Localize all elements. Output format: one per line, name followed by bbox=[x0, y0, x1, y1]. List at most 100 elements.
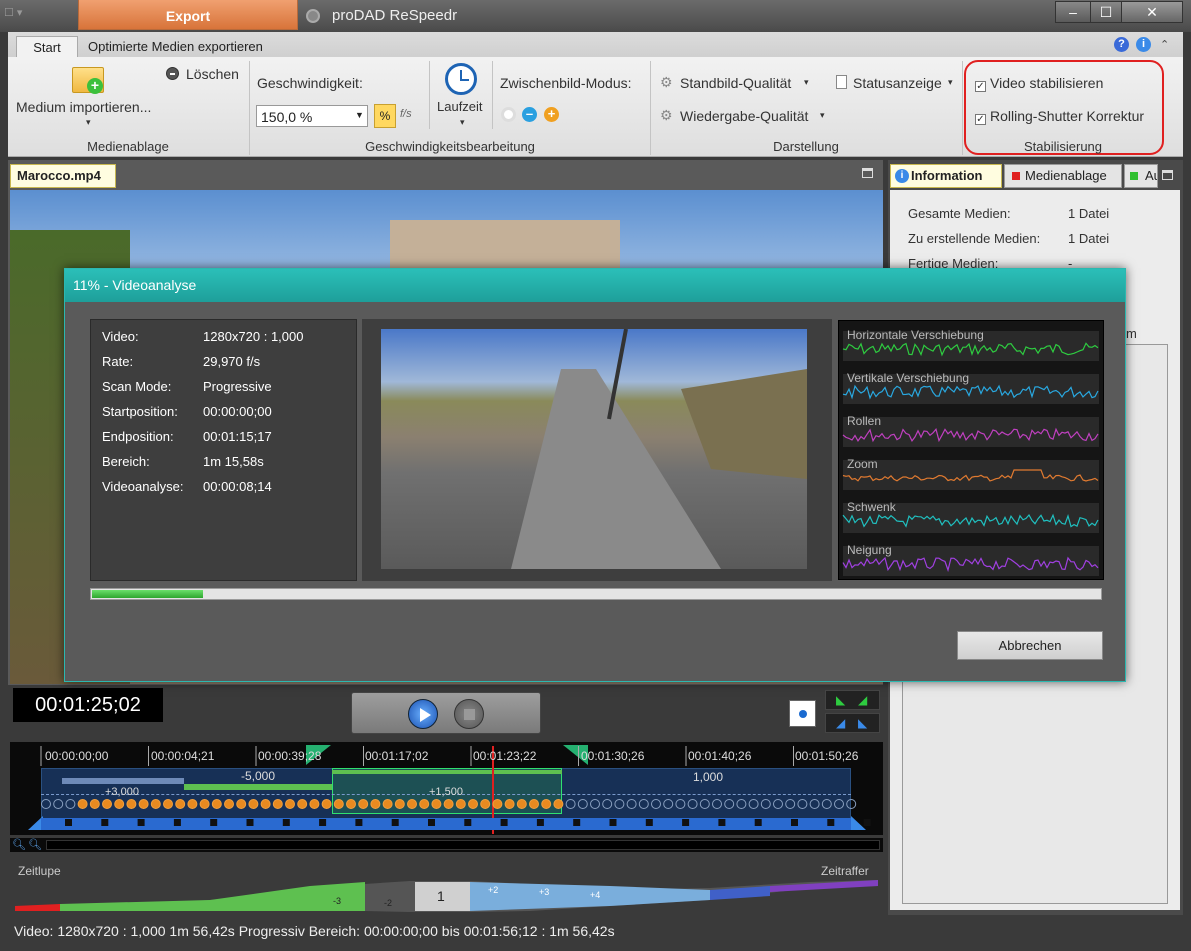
frame-marker[interactable] bbox=[358, 799, 369, 809]
frame-marker[interactable] bbox=[126, 799, 137, 809]
runtime-dropdown-icon[interactable]: ▾ bbox=[460, 117, 465, 128]
percent-mode-button[interactable]: % bbox=[374, 104, 396, 128]
frame-marker[interactable] bbox=[468, 799, 478, 809]
frame-marker[interactable] bbox=[480, 799, 491, 809]
frame-marker[interactable] bbox=[638, 799, 649, 809]
frame-marker[interactable] bbox=[675, 799, 686, 809]
frame-marker[interactable] bbox=[321, 799, 332, 809]
frame-marker[interactable] bbox=[699, 799, 710, 809]
chevron-down-icon[interactable]: ▾ bbox=[820, 110, 825, 121]
tab-third[interactable]: Au bbox=[1124, 164, 1158, 188]
frame-marker[interactable] bbox=[89, 799, 100, 809]
frame-marker[interactable] bbox=[773, 799, 783, 809]
zoom-out-icon[interactable]: 🔍︎ bbox=[28, 838, 42, 851]
play-button[interactable] bbox=[408, 699, 438, 729]
frame-marker[interactable] bbox=[394, 799, 405, 809]
keyframe-marker[interactable] bbox=[827, 819, 835, 826]
video-file-tab[interactable]: Marocco.mp4 bbox=[10, 164, 116, 188]
frame-marker[interactable] bbox=[614, 799, 625, 809]
keyframe-marker[interactable] bbox=[210, 819, 218, 826]
keyframe-marker[interactable] bbox=[355, 819, 363, 826]
frame-marker[interactable] bbox=[760, 799, 771, 809]
frame-marker[interactable] bbox=[333, 799, 344, 809]
frame-marker[interactable] bbox=[651, 799, 661, 809]
tab-start[interactable]: Start bbox=[16, 36, 78, 58]
frame-marker[interactable] bbox=[199, 799, 210, 809]
frame-marker[interactable] bbox=[407, 799, 417, 809]
rolling-shutter-checkbox[interactable]: ✓ Rolling-Shutter Korrektur bbox=[975, 108, 1144, 125]
runtime-clock-icon[interactable] bbox=[445, 63, 477, 95]
interframe-minus-icon[interactable]: – bbox=[522, 107, 537, 122]
keyframe-marker[interactable] bbox=[645, 819, 653, 826]
frame-marker[interactable] bbox=[260, 799, 271, 809]
frame-marker[interactable] bbox=[77, 799, 88, 809]
stabilize-video-checkbox[interactable]: ✓ Video stabilisieren bbox=[975, 75, 1103, 92]
close-button[interactable]: ✕ bbox=[1121, 1, 1183, 23]
set-in-out-button[interactable]: ◣ ◢ bbox=[825, 690, 880, 710]
frame-marker[interactable] bbox=[455, 799, 466, 809]
frame-marker[interactable] bbox=[821, 799, 832, 809]
collapse-ribbon-icon[interactable]: ⌃ bbox=[1160, 38, 1169, 51]
playback-quality-button[interactable]: Wiedergabe-Qualität bbox=[680, 108, 808, 124]
frame-marker[interactable] bbox=[102, 799, 112, 809]
frame-marker[interactable] bbox=[687, 799, 698, 809]
info-icon[interactable]: i bbox=[1136, 37, 1151, 52]
keyframe-marker[interactable] bbox=[246, 819, 254, 826]
frame-marker[interactable] bbox=[663, 799, 674, 809]
frame-marker[interactable] bbox=[138, 799, 149, 809]
frame-marker[interactable] bbox=[346, 799, 356, 809]
keyframe-marker[interactable] bbox=[682, 819, 690, 826]
frame-marker[interactable] bbox=[419, 799, 430, 809]
keyframe-marker[interactable] bbox=[754, 819, 762, 826]
frame-marker[interactable] bbox=[748, 799, 759, 809]
frame-marker[interactable] bbox=[602, 799, 613, 809]
interframe-off-icon[interactable] bbox=[501, 107, 516, 122]
frame-marker[interactable] bbox=[565, 799, 576, 809]
chevron-down-icon[interactable]: ▾ bbox=[948, 77, 953, 88]
frame-marker[interactable] bbox=[150, 799, 161, 809]
frame-marker[interactable] bbox=[541, 799, 552, 809]
zoom-in-icon[interactable]: 🔍︎ bbox=[12, 838, 26, 851]
frame-marker[interactable] bbox=[309, 799, 320, 809]
frame-marker[interactable] bbox=[553, 799, 564, 809]
keyframe-marker[interactable] bbox=[319, 819, 327, 826]
interframe-plus-icon[interactable]: + bbox=[544, 107, 559, 122]
frame-marker[interactable] bbox=[797, 799, 808, 809]
frame-marker[interactable] bbox=[272, 799, 283, 809]
keyframe-marker[interactable] bbox=[173, 819, 181, 826]
quick-access-toolbar[interactable]: ☐ ▾ bbox=[4, 6, 74, 26]
keyframe-marker[interactable] bbox=[137, 819, 145, 826]
frame-marker[interactable] bbox=[382, 799, 393, 809]
frame-marker[interactable] bbox=[163, 799, 173, 809]
speed-select[interactable]: 150,0 % ▼ bbox=[256, 105, 368, 127]
keyframe-marker[interactable] bbox=[791, 819, 798, 826]
frame-marker[interactable] bbox=[529, 799, 539, 809]
keyframe-marker[interactable] bbox=[863, 819, 871, 826]
cancel-button[interactable]: Abbrechen bbox=[957, 631, 1103, 660]
frame-marker[interactable] bbox=[297, 799, 308, 809]
frame-marker[interactable] bbox=[41, 799, 51, 809]
frame-marker[interactable] bbox=[846, 799, 857, 809]
import-dropdown-icon[interactable]: ▾ bbox=[86, 117, 91, 128]
keyframe-marker[interactable] bbox=[536, 819, 544, 826]
jump-in-out-button[interactable]: ◢ ◣ bbox=[825, 713, 880, 733]
minimize-button[interactable]: – bbox=[1055, 1, 1091, 23]
keyframe-marker[interactable] bbox=[609, 819, 617, 826]
record-marker-button[interactable] bbox=[789, 700, 816, 727]
zoom-bar[interactable]: 🔍︎ 🔍︎ bbox=[10, 838, 883, 852]
still-quality-button[interactable]: Standbild-Qualität bbox=[680, 75, 791, 91]
tab-media[interactable]: Medienablage bbox=[1004, 164, 1122, 188]
frame-marker[interactable] bbox=[577, 799, 588, 809]
frame-marker[interactable] bbox=[809, 799, 820, 809]
frame-marker[interactable] bbox=[65, 799, 76, 809]
delete-button[interactable]: Löschen bbox=[186, 66, 239, 82]
keyframe-marker[interactable] bbox=[428, 819, 435, 826]
tab-optimized-export[interactable]: Optimierte Medien exportieren bbox=[80, 36, 271, 58]
stop-button[interactable] bbox=[454, 699, 484, 729]
frame-marker[interactable] bbox=[516, 799, 527, 809]
keyframe-marker[interactable] bbox=[391, 819, 399, 826]
timeline[interactable]: -5,000 +3,000 +1,500 1,000 00:00:00;00 0… bbox=[10, 742, 883, 835]
frame-marker[interactable] bbox=[443, 799, 454, 809]
frame-marker[interactable] bbox=[504, 799, 515, 809]
keyframe-marker[interactable] bbox=[500, 819, 508, 826]
